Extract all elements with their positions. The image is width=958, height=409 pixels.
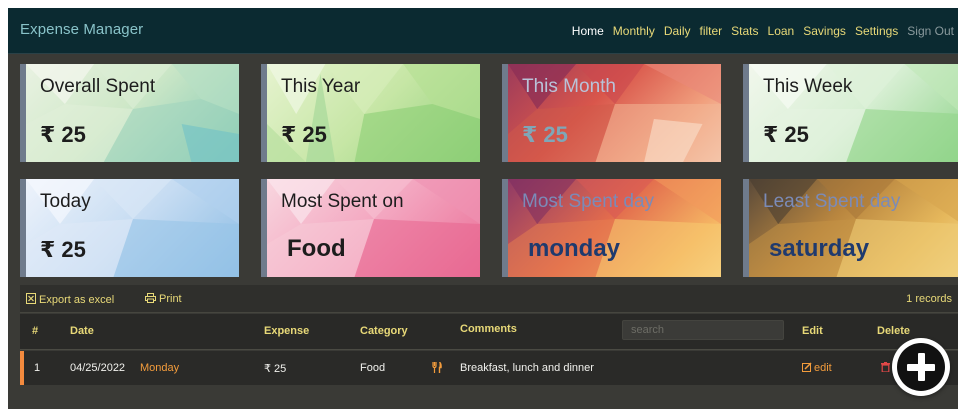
- col-header-date[interactable]: Date: [70, 325, 94, 337]
- card-title: This Month: [522, 76, 616, 97]
- navbar: Expense Manager Home Monthly Daily filte…: [8, 8, 958, 54]
- card-title: This Week: [763, 76, 853, 97]
- col-header-number[interactable]: #: [32, 325, 38, 337]
- card-value: ₹ 25: [40, 122, 86, 147]
- card-title: Least Spent day: [763, 191, 901, 212]
- edit-button[interactable]: edit: [802, 362, 832, 374]
- fork-knife-icon: [432, 362, 442, 373]
- card-today: Today ₹ 25: [20, 179, 239, 277]
- app-title[interactable]: Expense Manager: [20, 21, 143, 38]
- nav-sign-out[interactable]: Sign Out: [907, 24, 954, 38]
- card-value: ₹ 25: [281, 122, 327, 147]
- card-value: monday: [528, 235, 621, 262]
- nav-stats[interactable]: Stats: [731, 24, 758, 38]
- nav-monthly[interactable]: Monthly: [613, 24, 655, 38]
- col-header-delete[interactable]: Delete: [877, 325, 910, 337]
- nav-menu: Home Monthly Daily filter Stats Loan Sav…: [563, 24, 954, 38]
- records-count: 1 records: [906, 293, 952, 305]
- nav-loan[interactable]: Loan: [768, 24, 795, 38]
- card-title: Most Spent day: [522, 191, 655, 212]
- table-row[interactable]: 1 04/25/2022 Monday ₹ 25 Food Breakfast,…: [20, 351, 958, 385]
- nav-home[interactable]: Home: [572, 24, 604, 38]
- trash-icon: [881, 362, 890, 373]
- card-title: Today: [40, 191, 91, 212]
- card-value: Food: [287, 235, 346, 262]
- row-date: 04/25/2022: [70, 362, 126, 374]
- nav-daily[interactable]: Daily: [664, 24, 691, 38]
- nav-settings[interactable]: Settings: [855, 24, 898, 38]
- card-this-week: This Week ₹ 25: [743, 64, 958, 162]
- card-title: Overall Spent: [40, 76, 156, 97]
- col-header-expense[interactable]: Expense: [264, 325, 309, 337]
- print-label: Print: [159, 293, 182, 305]
- card-least-spent-day: Least Spent day saturday: [743, 179, 958, 277]
- excel-icon: [26, 293, 36, 304]
- plus-icon: [897, 343, 945, 391]
- add-expense-button[interactable]: [892, 338, 950, 396]
- nav-savings[interactable]: Savings: [803, 24, 846, 38]
- col-header-comments[interactable]: Comments: [460, 323, 517, 335]
- export-excel-button[interactable]: Export as excel: [26, 293, 114, 306]
- card-most-spent-day: Most Spent day monday: [502, 179, 721, 277]
- row-day: Monday: [140, 362, 180, 374]
- app-frame: Expense Manager Home Monthly Daily filte…: [8, 8, 958, 409]
- card-overall-spent: Overall Spent ₹ 25: [20, 64, 239, 162]
- card-value: ₹ 25: [763, 122, 809, 147]
- table-toolbar: Export as excel Print 1 records: [20, 285, 958, 313]
- row-comments: Breakfast, lunch and dinner: [460, 362, 594, 374]
- print-button[interactable]: Print: [145, 293, 182, 305]
- search-input[interactable]: [622, 320, 784, 340]
- card-value: saturday: [769, 235, 870, 262]
- col-header-edit[interactable]: Edit: [802, 325, 823, 337]
- card-value: ₹ 25: [40, 237, 86, 262]
- print-icon: [145, 293, 156, 303]
- card-this-year: This Year ₹ 25: [261, 64, 480, 162]
- row-category: Food: [360, 362, 386, 374]
- row-expense: ₹ 25: [264, 363, 287, 375]
- delete-button[interactable]: [881, 362, 890, 375]
- col-header-category[interactable]: Category: [360, 325, 408, 337]
- card-most-spent-on: Most Spent on Food: [261, 179, 480, 277]
- nav-filter[interactable]: filter: [700, 24, 723, 38]
- card-this-month: This Month ₹ 25: [502, 64, 721, 162]
- pencil-icon: [802, 362, 812, 372]
- row-number: 1: [34, 362, 41, 374]
- table-header: # Date Expense Category Comments Edit De…: [20, 314, 958, 350]
- card-title: Most Spent on: [281, 191, 404, 212]
- export-label: Export as excel: [39, 294, 115, 306]
- card-value: ₹ 25: [522, 122, 568, 147]
- edit-label: edit: [814, 362, 832, 374]
- card-title: This Year: [281, 76, 361, 97]
